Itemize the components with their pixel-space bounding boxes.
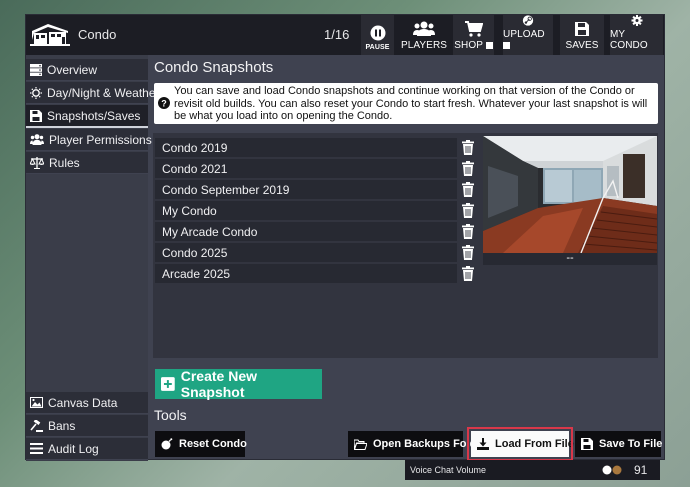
sidebar: Overview Day/Night & Weather Snapshots/S… — [26, 55, 160, 461]
preview-caption: -- — [483, 253, 657, 265]
sidebar-item-rules[interactable]: Rules — [26, 152, 148, 174]
reset-condo-button[interactable]: Reset Condo — [155, 431, 247, 457]
trash-icon[interactable] — [462, 203, 474, 218]
snapshot-preview-image — [483, 136, 657, 253]
players-button[interactable]: PLAYERS — [399, 15, 449, 55]
condo-logo — [28, 18, 72, 52]
save-icon — [30, 109, 42, 122]
voice-chat-volume-value: 91 — [634, 463, 648, 477]
trash-icon[interactable] — [462, 161, 474, 176]
question-icon: ? — [158, 97, 170, 109]
my-condo-label: MY CONDO — [610, 29, 648, 51]
snapshot-item[interactable]: Arcade 2025 — [155, 264, 457, 283]
pause-label: PAUSE — [365, 44, 390, 51]
save-icon — [581, 438, 593, 450]
shop-label: SHOP — [454, 40, 493, 51]
sidebar-item-day-night-weather[interactable]: Day/Night & Weather — [26, 82, 160, 104]
info-box: ? You can save and load Condo snapshots … — [154, 83, 658, 124]
sidebar-item-player-permissions[interactable]: Player Permissions — [26, 129, 152, 151]
voice-chat-toggle[interactable] — [602, 465, 624, 475]
saves-label: SAVES — [565, 40, 599, 51]
cart-icon — [464, 21, 483, 37]
snapshot-item[interactable]: Condo 2019 — [155, 138, 457, 157]
shop-button[interactable]: SHOP — [453, 15, 494, 55]
app-title: Condo — [78, 27, 117, 42]
info-text: You can save and load Condo snapshots an… — [174, 85, 648, 122]
external-link-icon — [485, 41, 493, 49]
image-icon — [30, 397, 43, 408]
voice-chat-label: Voice Chat Volume — [410, 465, 487, 475]
scale-icon — [30, 156, 44, 169]
snapshot-item[interactable]: Condo 2021 — [155, 159, 457, 178]
save-icon — [575, 22, 589, 36]
section-title: Condo Snapshots — [154, 59, 274, 76]
players-label: PLAYERS — [400, 40, 448, 51]
sidebar-item-bans[interactable]: Bans — [26, 415, 148, 437]
upload-button[interactable]: UPLOAD — [503, 15, 553, 55]
top-bar: Condo 1/16 PAUSE PLAYERS SHOP UPLOAD SAV… — [26, 15, 664, 55]
external-link-icon — [503, 41, 510, 49]
plus-square-icon — [161, 377, 175, 391]
gavel-icon — [30, 419, 43, 432]
snapshot-item[interactable]: My Condo — [155, 201, 457, 220]
condo-settings-window: Condo 1/16 PAUSE PLAYERS SHOP UPLOAD SAV… — [25, 14, 665, 461]
folder-open-icon — [354, 439, 367, 450]
trash-icon[interactable] — [462, 224, 474, 239]
main-content: Condo Snapshots ? You can save and load … — [151, 55, 664, 461]
sidebar-item-snapshots-saves[interactable]: Snapshots/Saves — [26, 105, 148, 128]
sidebar-item-canvas-data[interactable]: Canvas Data — [26, 392, 148, 414]
snapshot-item[interactable]: Condo September 2019 — [155, 180, 457, 199]
users-icon — [413, 21, 435, 36]
tools-title: Tools — [154, 407, 187, 423]
active-indicator — [26, 126, 148, 128]
save-to-file-button[interactable]: Save To File — [575, 431, 662, 457]
upload-label: UPLOAD — [503, 29, 553, 51]
trash-icon[interactable] — [462, 182, 474, 197]
create-new-snapshot-button[interactable]: Create New Snapshot — [155, 368, 322, 400]
gear-icon — [631, 15, 642, 26]
pause-button[interactable]: PAUSE — [361, 15, 394, 55]
pause-icon — [370, 25, 385, 41]
users-icon — [30, 134, 44, 145]
page-indicator: 1/16 — [324, 27, 350, 42]
snapshot-panel: Condo 2019 Condo 2021 Condo September 20… — [153, 133, 658, 358]
download-icon — [477, 438, 489, 450]
snapshot-item[interactable]: Condo 2025 — [155, 243, 457, 262]
load-from-file-button[interactable]: Load From File — [467, 427, 574, 461]
bomb-icon — [161, 438, 173, 450]
trash-icon[interactable] — [462, 245, 474, 260]
open-backups-folder-button[interactable]: Open Backups Folder — [348, 431, 487, 457]
sidebar-item-audit-log[interactable]: Audit Log — [26, 438, 148, 460]
saves-button[interactable]: SAVES — [560, 15, 604, 55]
sidebar-item-overview[interactable]: Overview — [26, 59, 148, 81]
voice-chat-bar: Voice Chat Volume 91 — [405, 460, 660, 480]
my-condo-button[interactable]: MY CONDO — [610, 15, 663, 55]
trash-icon[interactable] — [462, 140, 474, 155]
svg-text:?: ? — [161, 98, 167, 108]
snapshot-item[interactable]: My Arcade Condo — [155, 222, 457, 241]
list-icon — [30, 443, 43, 454]
sun-icon — [30, 86, 42, 99]
trash-icon[interactable] — [462, 266, 474, 281]
server-icon — [30, 63, 42, 76]
steam-icon — [522, 15, 534, 26]
